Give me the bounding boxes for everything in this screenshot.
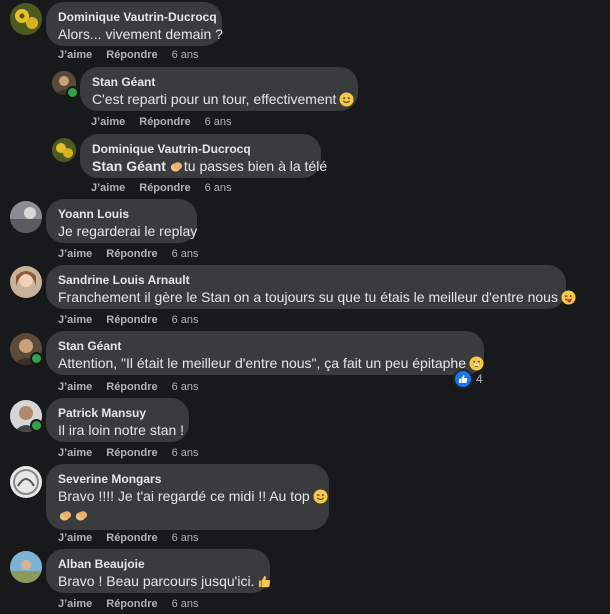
comment-text: C'est reparti pour un tour, effectivemen…: [92, 90, 354, 109]
comment-text: Bravo ! Beau parcours jusqu'ici.: [58, 572, 271, 591]
reply-link[interactable]: Répondre: [106, 532, 157, 544]
comment-author[interactable]: Dominique Vautrin-Ducrocq: [58, 9, 217, 25]
online-indicator: [30, 419, 43, 432]
comment-text: Stan Géant tu passes bien à la télé: [92, 158, 328, 174]
like-link[interactable]: J’aime: [91, 182, 125, 194]
like-link[interactable]: J’aime: [58, 49, 92, 61]
reply-link[interactable]: Répondre: [106, 314, 157, 326]
thumbs-up-emoji: [259, 575, 271, 588]
reply-link[interactable]: Répondre: [106, 447, 157, 459]
comment-author[interactable]: Stan Géant: [92, 74, 346, 90]
comment-actions: J’aime Répondre 6 ans: [58, 313, 199, 327]
comment-bubble: Dominique Vautrin-Ducrocq Alors... vivem…: [46, 2, 223, 46]
comment-actions: J’aime Répondre 6 ans: [91, 115, 232, 129]
comment-actions: J’aime Répondre 6 ans: [58, 597, 199, 611]
like-link[interactable]: J’aime: [58, 598, 92, 610]
comment-text-line2: [58, 506, 317, 525]
comment-text: Attention, "Il était le meilleur d'entre…: [58, 354, 484, 373]
comment-author[interactable]: Yoann Louis: [58, 206, 185, 222]
mention-link[interactable]: Stan Géant: [92, 158, 166, 174]
comment-text: Bravo !!!! Je t'ai regardé ce midi !! Au…: [58, 487, 328, 506]
avatar[interactable]: [52, 138, 76, 162]
comment-author[interactable]: Alban Beaujoie: [58, 556, 258, 572]
tongue-wink-emoji: [561, 290, 576, 305]
reply-link[interactable]: Répondre: [139, 182, 190, 194]
comment-bubble: Patrick Mansuy Il ira loin notre stan !: [46, 398, 189, 442]
avatar[interactable]: [10, 201, 42, 233]
comment-actions: J’aime Répondre 6 ans: [58, 446, 199, 460]
comment-bubble: Alban Beaujoie Bravo ! Beau parcours jus…: [46, 549, 271, 593]
comment-text: Il ira loin notre stan !: [58, 422, 185, 438]
timestamp[interactable]: 6 ans: [172, 314, 199, 326]
clap-emoji: [170, 162, 183, 172]
online-indicator: [30, 352, 43, 365]
like-link[interactable]: J’aime: [58, 447, 92, 459]
reply-link[interactable]: Répondre: [106, 598, 157, 610]
reply-link[interactable]: Répondre: [139, 116, 190, 128]
like-link[interactable]: J’aime: [58, 532, 92, 544]
avatar[interactable]: [10, 266, 42, 298]
timestamp[interactable]: 6 ans: [172, 532, 199, 544]
avatar[interactable]: [10, 466, 42, 498]
wink-emoji: [313, 489, 328, 504]
comment-author[interactable]: Dominique Vautrin-Ducrocq: [92, 141, 309, 157]
thumbs-up-icon: [453, 369, 473, 389]
comment-actions: J’aime Répondre 6 ans: [58, 247, 199, 261]
comment-author[interactable]: Sandrine Louis Arnault: [58, 272, 554, 288]
comment-text: Franchement il gère le Stan on a toujour…: [58, 288, 576, 307]
comment-bubble: Dominique Vautrin-Ducrocq Stan Géant tu p…: [80, 134, 328, 178]
timestamp[interactable]: 6 ans: [172, 447, 199, 459]
comment-bubble: Stan Géant C'est reparti pour un tour, e…: [80, 67, 358, 111]
comment-author[interactable]: Severine Mongars: [58, 471, 317, 487]
online-indicator: [66, 86, 79, 99]
smile-emoji: [339, 92, 354, 107]
avatar[interactable]: [10, 551, 42, 583]
comment-text: Je regarderai le replay: [58, 223, 198, 239]
comment-actions: J’aime Répondre 6 ans: [58, 531, 199, 545]
clap-emoji: [59, 511, 72, 521]
comment-bubble: Sandrine Louis Arnault Franchement il gè…: [46, 265, 576, 309]
like-link[interactable]: J’aime: [58, 381, 92, 393]
grin-emoji: [469, 356, 484, 371]
comment-actions: J’aime Répondre 6 ans: [91, 181, 232, 195]
reaction-count: 4: [476, 372, 483, 386]
comment-bubble: Severine Mongars Bravo !!!! Je t'ai rega…: [46, 464, 329, 530]
reply-link[interactable]: Répondre: [106, 381, 157, 393]
clap-emoji: [75, 511, 88, 521]
comment-text: Alors... vivement demain ?: [58, 26, 223, 42]
reaction-summary[interactable]: 4: [453, 369, 483, 389]
reply-link[interactable]: Répondre: [106, 49, 157, 61]
comment-actions: J’aime Répondre 6 ans: [58, 380, 199, 394]
timestamp[interactable]: 6 ans: [205, 116, 232, 128]
comment-author[interactable]: Patrick Mansuy: [58, 405, 177, 421]
like-link[interactable]: J’aime: [58, 248, 92, 260]
comment-author[interactable]: Stan Géant: [58, 338, 472, 354]
like-link[interactable]: J’aime: [91, 116, 125, 128]
comment-bubble: Stan Géant Attention, "Il était le meill…: [46, 331, 484, 375]
timestamp[interactable]: 6 ans: [172, 49, 199, 61]
reply-link[interactable]: Répondre: [106, 248, 157, 260]
timestamp[interactable]: 6 ans: [172, 248, 199, 260]
avatar[interactable]: [10, 3, 42, 35]
timestamp[interactable]: 6 ans: [205, 182, 232, 194]
like-link[interactable]: J’aime: [58, 314, 92, 326]
timestamp[interactable]: 6 ans: [172, 381, 199, 393]
timestamp[interactable]: 6 ans: [172, 598, 199, 610]
comment-actions: J’aime Répondre 6 ans: [58, 48, 199, 62]
comment-bubble: Yoann Louis Je regarderai le replay: [46, 199, 197, 243]
